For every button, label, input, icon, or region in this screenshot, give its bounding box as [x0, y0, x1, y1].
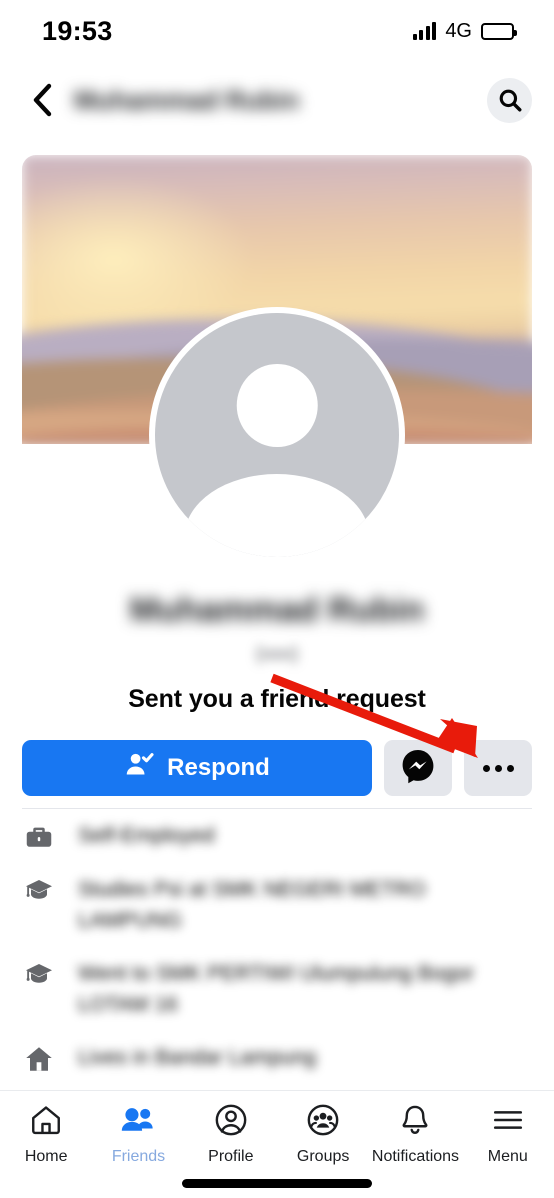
- home-icon: [29, 1103, 63, 1142]
- profile-action-buttons: Respond: [22, 740, 532, 796]
- friends-icon: [120, 1103, 156, 1142]
- bio-row-text: Studies Psi at SMK NEGERI METRO LAMPUNG: [78, 874, 508, 936]
- bell-icon: [398, 1103, 432, 1142]
- nav-label: Menu: [488, 1148, 528, 1166]
- status-bar-indicators: 4G: [413, 20, 514, 43]
- status-bar-time: 19:53: [42, 16, 113, 47]
- profile-icon: [214, 1103, 248, 1142]
- page-title: Muhammad Rubin: [74, 85, 477, 115]
- section-divider: [22, 808, 532, 809]
- graduation-cap-icon: [22, 874, 56, 906]
- nav-item-home[interactable]: Home: [0, 1103, 92, 1166]
- hamburger-icon: [491, 1103, 525, 1142]
- nav-label: Home: [25, 1148, 68, 1166]
- bio-row-text: Self-Employed: [78, 820, 215, 851]
- nav-item-profile[interactable]: Profile: [185, 1103, 277, 1166]
- back-icon[interactable]: [22, 80, 62, 120]
- friend-request-status: Sent you a friend request: [0, 685, 554, 714]
- groups-icon: [306, 1103, 340, 1142]
- bio-row-education-1[interactable]: Studies Psi at SMK NEGERI METRO LAMPUNG: [0, 874, 554, 936]
- bio-row-lives-in[interactable]: Lives in Bandar Lampung: [0, 1042, 554, 1074]
- nav-item-groups[interactable]: Groups: [277, 1103, 369, 1166]
- bio-row-text: Lives in Bandar Lampung: [78, 1042, 316, 1073]
- profile-name-block: Muhammad Rubin (xxx): [0, 588, 554, 667]
- nav-item-notifications[interactable]: Notifications: [369, 1103, 461, 1166]
- nav-label: Notifications: [372, 1148, 459, 1166]
- respond-button-label: Respond: [167, 754, 270, 782]
- bio-row-text: Went to SMK PERTIWI Ulumpulung Bogor LOT…: [78, 958, 508, 1020]
- more-dots-icon: [483, 765, 514, 772]
- nav-label: Groups: [297, 1148, 349, 1166]
- top-navigation-bar: Muhammad Rubin: [0, 62, 554, 138]
- profile-name: Muhammad Rubin: [130, 588, 425, 632]
- house-icon: [22, 1042, 56, 1074]
- search-icon[interactable]: [487, 78, 532, 123]
- home-indicator: [182, 1179, 372, 1188]
- phone-screen: 19:53 4G Muhammad Rubin: [0, 0, 554, 1198]
- status-bar: 19:53 4G: [0, 0, 554, 62]
- nav-item-friends[interactable]: Friends: [92, 1103, 184, 1166]
- network-type-label: 4G: [445, 20, 472, 43]
- person-check-icon: [124, 750, 154, 787]
- signal-bars-icon: [413, 22, 437, 40]
- messenger-icon: [400, 748, 436, 789]
- nav-label: Friends: [112, 1148, 165, 1166]
- respond-button[interactable]: Respond: [22, 740, 372, 796]
- bio-row-education-2[interactable]: Went to SMK PERTIWI Ulumpulung Bogor LOT…: [0, 958, 554, 1020]
- graduation-cap-icon: [22, 958, 56, 990]
- battery-icon: [481, 23, 514, 40]
- profile-subtitle: (xxx): [0, 641, 554, 667]
- briefcase-icon: [22, 820, 56, 852]
- bio-row-work[interactable]: Self-Employed: [0, 820, 554, 852]
- messenger-button[interactable]: [384, 740, 452, 796]
- nav-label: Profile: [208, 1148, 253, 1166]
- nav-item-menu[interactable]: Menu: [462, 1103, 554, 1166]
- more-options-button[interactable]: [464, 740, 532, 796]
- avatar[interactable]: [149, 307, 405, 563]
- page-title-text: Muhammad Rubin: [74, 85, 477, 115]
